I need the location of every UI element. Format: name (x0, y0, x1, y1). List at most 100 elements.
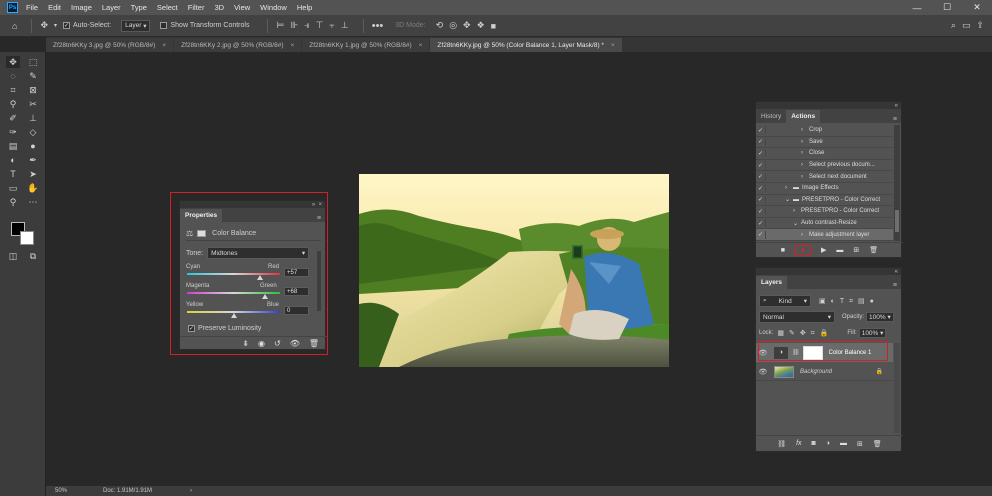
gradient-tool-icon[interactable]: ▤ (6, 140, 20, 152)
stop-icon[interactable]: ■ (781, 247, 785, 254)
layer-name[interactable]: Background (800, 369, 832, 375)
trash-icon[interactable]: 🗑 (869, 246, 878, 254)
chevron-right-icon[interactable]: › (793, 208, 801, 214)
trash-icon[interactable]: 🗑 (873, 440, 882, 448)
opacity-input[interactable]: 100% ▾ (866, 312, 894, 322)
dialog-toggle[interactable] (765, 161, 773, 170)
eyedropper-tool-icon[interactable]: ⚲ (6, 98, 20, 110)
action-row[interactable]: ✓ › Make adjustment layer (756, 229, 893, 241)
tab-document-active[interactable]: Zf28tn6KKy.jpg @ 50% (Color Balance 1, L… (430, 38, 622, 52)
menu-view[interactable]: View (234, 3, 250, 12)
magenta-green-value[interactable]: +68 (284, 287, 309, 296)
collapse-icon[interactable]: « (895, 103, 898, 109)
tone-dropdown[interactable]: Midtones ▾ (207, 247, 310, 259)
layer-filter-dropdown[interactable]: ⌕ Kind ▾ (759, 295, 811, 307)
align-left-icon[interactable]: ⊨ (276, 20, 284, 31)
maximize-button[interactable]: ☐ (932, 2, 962, 13)
menu-image[interactable]: Image (71, 3, 92, 12)
toggle-check-icon[interactable]: ✓ (756, 173, 765, 180)
move-tool-icon[interactable]: ✥ (40, 20, 48, 31)
eraser-tool-icon[interactable]: ◇ (26, 126, 40, 138)
more-tools-icon[interactable]: ⋯ (26, 196, 40, 208)
screen-mode-icon[interactable]: ⧉ (26, 250, 40, 262)
visibility-eye-icon[interactable]: 👁 (290, 339, 300, 348)
new-group-icon[interactable]: ▬ (840, 440, 847, 447)
menu-3d[interactable]: 3D (214, 3, 224, 12)
record-icon[interactable]: ● (795, 244, 812, 256)
quick-mask-icon[interactable]: ◫ (6, 250, 20, 262)
close-icon[interactable]: × (162, 42, 166, 49)
auto-select-option[interactable]: ✓ Auto-Select: (63, 22, 111, 29)
chevron-right-icon[interactable]: › (801, 139, 809, 145)
history-brush-tool-icon[interactable]: ✑ (6, 126, 20, 138)
show-transform-checkbox[interactable] (160, 22, 168, 29)
close-icon[interactable]: × (419, 42, 423, 49)
toggle-check-icon[interactable]: ✓ (756, 127, 765, 134)
menu-file[interactable]: File (26, 3, 38, 12)
blur-tool-icon[interactable]: ● (26, 140, 40, 152)
action-row[interactable]: ✓ › Save (756, 137, 893, 149)
zoom-level[interactable]: 50% (55, 488, 77, 494)
align-center-icon[interactable]: ⊪ (290, 20, 298, 31)
fill-input[interactable]: 100% ▾ (858, 328, 887, 338)
toggle-check-icon[interactable]: ✓ (756, 185, 765, 192)
menu-layer[interactable]: Layer (102, 3, 121, 12)
patch-tool-icon[interactable]: ✂ (26, 98, 40, 110)
chevron-down-icon[interactable]: ⌄ (793, 220, 801, 227)
new-layer-icon[interactable]: ⊞ (857, 440, 863, 448)
document-image[interactable] (359, 174, 669, 367)
lock-icons[interactable]: ▦✎✥⌗🔒 (777, 329, 833, 338)
brush-tool-icon[interactable]: ✐ (6, 112, 20, 124)
toggle-check-icon[interactable]: ✓ (756, 138, 765, 145)
action-row[interactable]: ✓ ⌄ ▬ PRESETPRO - Color Correct (756, 195, 893, 207)
auto-select-checkbox[interactable]: ✓ (63, 22, 70, 29)
fx-icon[interactable]: fx (796, 440, 801, 447)
play-icon[interactable]: ▶ (821, 246, 826, 254)
menu-help[interactable]: Help (297, 3, 312, 12)
more-options-icon[interactable]: ••• (372, 20, 384, 32)
zoom-tool-icon[interactable]: ⚲ (6, 196, 20, 208)
tab-document-2[interactable]: Zf28tn6KKy 2.jpg @ 50% (RGB/8#) × (174, 38, 302, 52)
dialog-toggle[interactable] (765, 230, 773, 239)
crop-tool-icon[interactable]: ⌗ (6, 84, 20, 96)
chevron-right-icon[interactable]: › (801, 174, 809, 180)
dialog-toggle[interactable] (765, 149, 773, 158)
lasso-tool-icon[interactable]: ◌ (6, 70, 20, 82)
collapse-icon[interactable]: « (895, 269, 898, 275)
align-right-icon[interactable]: ⫣ (304, 20, 309, 31)
workspace-icon[interactable]: ▭ (962, 20, 971, 31)
align-middle-icon[interactable]: ⫟ (329, 20, 334, 31)
panel-menu-icon[interactable]: ≡ (893, 116, 897, 123)
chevron-right-icon[interactable]: › (801, 232, 809, 238)
toggle-check-icon[interactable]: ✓ (756, 220, 765, 227)
type-tool-icon[interactable]: T (6, 168, 20, 180)
tab-document-3[interactable]: Zf28tn6KKy 3.jpg @ 50% (RGB/8#) × (46, 38, 174, 52)
chevron-down-icon[interactable]: ⌄ (785, 196, 793, 203)
new-adjustment-icon[interactable]: ◑ (826, 440, 830, 447)
path-select-tool-icon[interactable]: ➤ (26, 168, 40, 180)
properties-scrollbar[interactable] (317, 251, 321, 311)
layer-row-background[interactable]: 👁 Background 🔒 (756, 363, 893, 381)
add-mask-icon[interactable]: ◙ (812, 440, 816, 447)
panel-grip[interactable]: « (756, 102, 901, 109)
slider-thumb-1[interactable] (262, 294, 269, 299)
menu-select[interactable]: Select (157, 3, 178, 12)
toggle-check-icon[interactable]: ✓ (756, 231, 765, 238)
dialog-toggle[interactable] (765, 219, 773, 228)
tool-preset-chevron-icon[interactable]: ▾ (54, 22, 57, 29)
link-layers-icon[interactable]: ⛓ (777, 440, 786, 448)
toggle-check-icon[interactable]: ✓ (756, 150, 765, 157)
new-action-icon[interactable]: ⊞ (853, 246, 859, 254)
view-previous-icon[interactable]: ◉ (258, 339, 265, 348)
quick-select-tool-icon[interactable]: ✎ (26, 70, 40, 82)
layer-mask-icon[interactable] (197, 230, 207, 237)
chevron-right-icon[interactable]: › (190, 488, 192, 494)
action-row[interactable]: ✓ › Select previous docum... (756, 160, 893, 172)
stamp-tool-icon[interactable]: ⊥ (26, 112, 40, 124)
slider-thumb-0[interactable] (257, 275, 263, 280)
action-row[interactable]: ✓ ⌄ Auto contrast-Resize (756, 218, 893, 230)
toggle-check-icon[interactable]: ✓ (756, 208, 765, 215)
tab-actions[interactable]: Actions (786, 110, 821, 123)
background-color-swatch[interactable] (20, 231, 34, 245)
blend-mode-dropdown[interactable]: Normal ▾ (759, 311, 835, 323)
